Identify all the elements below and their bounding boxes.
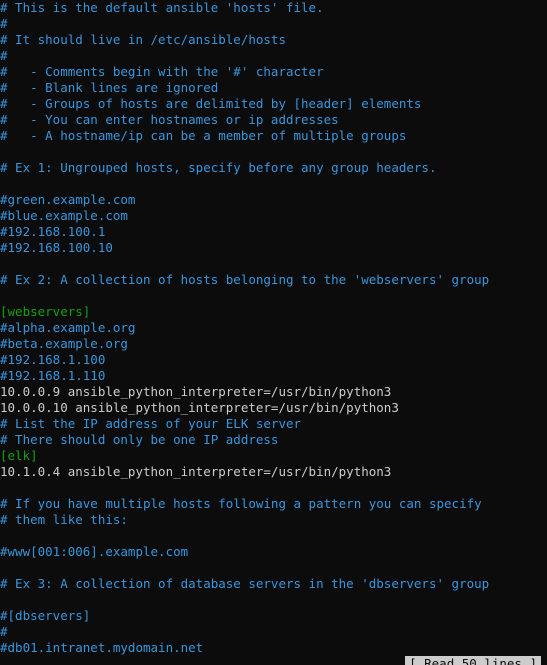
comment-line: #: [0, 16, 8, 31]
text-line: [0, 288, 547, 304]
comment-line: # - Comments begin with the '#' characte…: [0, 64, 324, 79]
text-line: 10.0.0.9 ansible_python_interpreter=/usr…: [0, 384, 392, 399]
text-line: [0, 144, 547, 160]
editor-buffer[interactable]: # This is the default ansible 'hosts' fi…: [0, 0, 547, 656]
comment-line: # List the IP address of your ELK server: [0, 416, 302, 431]
terminal-window[interactable]: # This is the default ansible 'hosts' fi…: [0, 0, 547, 665]
comment-line: # This is the default ansible 'hosts' fi…: [0, 0, 324, 15]
group-header-line: [webservers]: [0, 304, 91, 319]
comment-line: #192.168.100.1: [0, 224, 106, 239]
comment-line: #[dbservers]: [0, 608, 91, 623]
comment-line: #192.168.1.110: [0, 368, 106, 383]
comment-line: # - A hostname/ip can be a member of mul…: [0, 128, 407, 143]
comment-line: # Ex 3: A collection of database servers…: [0, 576, 490, 591]
comment-line: #db01.intranet.mydomain.net: [0, 640, 204, 655]
text-line: [0, 528, 547, 544]
comment-line: # them like this:: [0, 512, 128, 527]
comment-line: #www[001:006].example.com: [0, 544, 189, 559]
text-line: 10.0.0.10 ansible_python_interpreter=/us…: [0, 400, 399, 415]
comment-line: #blue.example.com: [0, 208, 128, 223]
group-header-line: [elk]: [0, 448, 38, 463]
comment-line: # - Groups of hosts are delimited by [he…: [0, 96, 422, 111]
comment-line: # There should only be one IP address: [0, 432, 279, 447]
status-message: [ Read 50 lines ]: [405, 656, 541, 665]
comment-line: # Ex 1: Ungrouped hosts, specify before …: [0, 160, 437, 175]
comment-line: #: [0, 624, 8, 639]
text-line: [0, 560, 547, 576]
comment-line: #beta.example.org: [0, 336, 128, 351]
text-line: [0, 256, 547, 272]
comment-line: # It should live in /etc/ansible/hosts: [0, 32, 286, 47]
comment-line: #192.168.100.10: [0, 240, 113, 255]
text-line: [0, 480, 547, 496]
comment-line: # If you have multiple hosts following a…: [0, 496, 482, 511]
comment-line: # - You can enter hostnames or ip addres…: [0, 112, 339, 127]
comment-line: #: [0, 48, 8, 63]
comment-line: #192.168.1.100: [0, 352, 106, 367]
comment-line: #green.example.com: [0, 192, 136, 207]
text-line: [0, 592, 547, 608]
comment-line: # - Blank lines are ignored: [0, 80, 219, 95]
comment-line: #alpha.example.org: [0, 320, 136, 335]
comment-line: # Ex 2: A collection of hosts belonging …: [0, 272, 490, 287]
text-line: 10.1.0.4 ansible_python_interpreter=/usr…: [0, 464, 392, 479]
text-line: [0, 176, 547, 192]
